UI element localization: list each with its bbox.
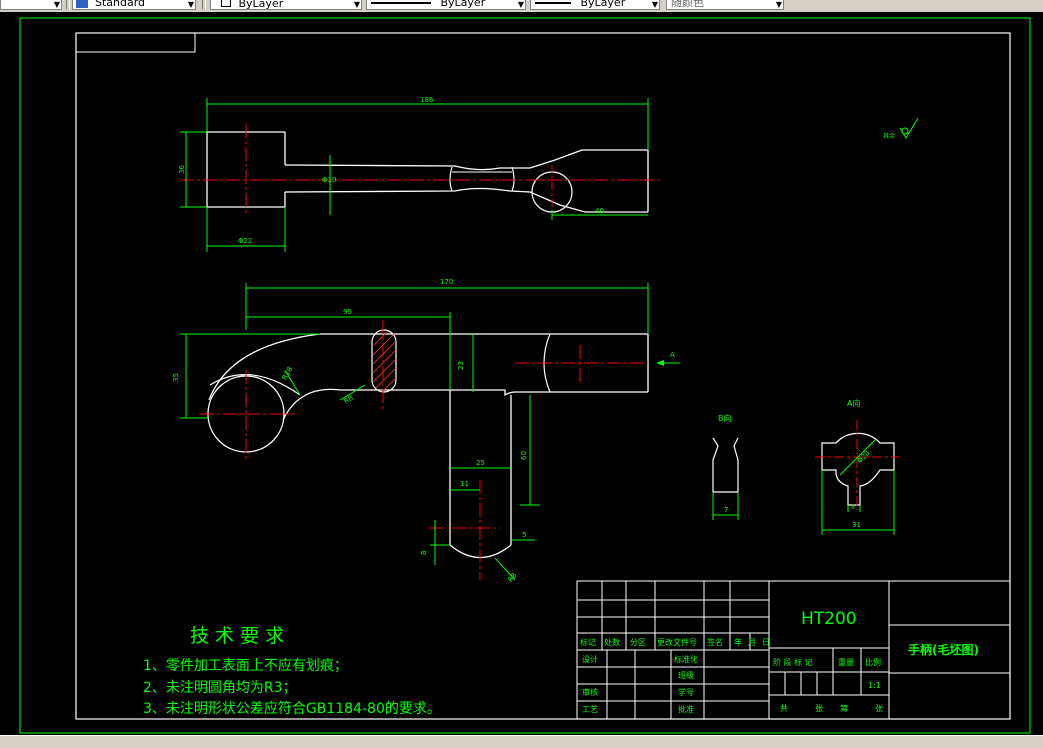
view-arrow	[656, 360, 664, 366]
tb-approve: 批准	[678, 704, 694, 714]
tb-design: 设计	[582, 654, 598, 664]
front-view: 170 95 35 R18 R8 23 25 11 60 8 5 R8 A	[172, 278, 680, 584]
section-a-centerlines	[815, 420, 900, 510]
technical-requirements: 技 术 要 求 1、零件加工表面上不应有划痕； 2、未注明圆角均为R3； 3、未…	[143, 625, 441, 717]
layer-dropdown[interactable]: ByLayer ▼	[210, 0, 362, 10]
dim-5: 5	[522, 531, 526, 539]
part-name-text: 手柄(毛坯图)	[908, 642, 979, 657]
dim-r18: R18	[281, 366, 295, 382]
status-bar	[0, 735, 1043, 748]
section-a-slot: 8	[851, 504, 855, 511]
tb-class: 班级	[678, 670, 694, 680]
roughness-check-icon	[899, 117, 919, 139]
section-b-title: B向	[718, 413, 732, 423]
dim-60: 60	[520, 451, 528, 460]
tb-total: 共	[780, 704, 788, 713]
front-view-dimensions	[180, 283, 680, 581]
roughness-circle-icon	[901, 127, 909, 135]
requirement-item: 1、零件加工表面上不应有划痕；	[143, 657, 348, 674]
tb-weight: 重量	[838, 657, 854, 667]
tb-process: 工艺	[582, 705, 598, 714]
view-arrow-label: A	[670, 351, 675, 359]
tb-sheet-no: 第	[840, 703, 848, 713]
tb-standardization: 标准化	[674, 654, 698, 664]
top-view-shank	[284, 187, 648, 213]
linetype-dropdown[interactable]: ByLayer ▼	[366, 0, 526, 10]
tb-label-mark: 标记	[580, 637, 596, 647]
requirement-item: 3、未注明形状公差应符合GB1184-80的要求。	[143, 700, 441, 717]
section-b-view: B向 7	[712, 413, 739, 520]
dim-23: 23	[457, 361, 465, 370]
text-style-icon	[76, 0, 88, 8]
tb-student-no: 学号	[678, 687, 694, 697]
tb-label-change-doc: 更改文件号	[657, 637, 697, 647]
dim-35: 35	[172, 373, 180, 382]
tb-label-month: 月	[748, 638, 756, 647]
section-b-dim: 7	[724, 506, 728, 514]
dim-11: 11	[460, 480, 469, 488]
dim-r8: R8	[343, 394, 355, 406]
top-view-flat	[449, 166, 515, 192]
dim-shank-dia: Φ10	[322, 176, 336, 184]
text-style-dropdown[interactable]: Standard ▼	[72, 0, 196, 10]
chevron-down-icon: ▼	[517, 0, 524, 9]
top-view-dimensions	[180, 98, 649, 252]
dim-25: 25	[476, 459, 485, 467]
toolbar-separator	[66, 0, 70, 10]
lineweight-preview	[535, 2, 571, 4]
tb-label-year: 年	[734, 637, 742, 647]
title-block: HT200 手柄(毛坯图) 标记 处数 分区 更改文件号 签名 年 月 日 设计…	[576, 580, 1011, 720]
layer-color-swatch	[221, 0, 231, 7]
drawing-canvas[interactable]: 186 36 Φ22 Φ10 40 170 95 35 R18 R8 23 25…	[0, 12, 1043, 735]
section-a-title: A向	[847, 398, 860, 408]
tb-scale: 比例	[865, 657, 881, 667]
section-a-dia: Φ20	[856, 449, 872, 465]
chevron-down-icon: ▼	[53, 0, 60, 9]
chevron-down-icon: ▼	[775, 0, 782, 9]
dim-8: 8	[420, 551, 428, 555]
tb-label-zone: 分区	[630, 638, 646, 647]
requirement-item: 2、未注明圆角均为R3；	[143, 680, 297, 696]
top-view: 186 36 Φ22 Φ10 40	[178, 96, 662, 252]
left-dropdown[interactable]: ▼	[0, 0, 62, 10]
cad-drawing[interactable]: 186 36 Φ22 Φ10 40 170 95 35 R18 R8 23 25…	[0, 12, 1043, 735]
chevron-down-icon: ▼	[651, 0, 658, 9]
dim-block-width: Φ22	[238, 237, 252, 245]
section-a-width: 31	[852, 521, 861, 529]
toolbar-separator	[202, 0, 206, 10]
tb-sheets: 张	[815, 704, 823, 713]
linetype-preview	[371, 2, 431, 4]
tb-sheet: 张	[875, 704, 883, 713]
drawing-border	[75, 32, 1011, 720]
material-text: HT200	[801, 609, 857, 629]
chevron-down-icon: ▼	[353, 0, 360, 9]
section-a-view: A向 Φ20 31 8	[815, 398, 900, 535]
dim-overall-186: 186	[420, 96, 434, 104]
dim-end: 40	[595, 207, 604, 215]
front-view-lower-arc	[282, 388, 648, 421]
section-b-outline	[712, 437, 739, 493]
tb-label-day: 日	[762, 638, 770, 647]
dim-95: 95	[343, 308, 352, 316]
roughness-note: 其余	[883, 132, 895, 140]
roughness-symbol: 其余	[883, 117, 919, 140]
chevron-down-icon: ▼	[187, 0, 194, 9]
dim-block-height: 36	[178, 165, 186, 174]
corner-box	[75, 32, 196, 53]
tb-scale-value: 1:1	[868, 681, 881, 690]
hatch-lines	[372, 330, 397, 391]
tb-stage-mark: 阶 段 标 记	[773, 657, 813, 667]
tb-label-count: 处数	[604, 637, 620, 647]
top-view-shank	[284, 149, 648, 171]
lineweight-dropdown[interactable]: ByLayer ▼	[530, 0, 660, 10]
dim-170: 170	[440, 278, 453, 286]
requirements-title: 技 术 要 求	[190, 625, 284, 647]
front-view-centerlines	[200, 320, 648, 580]
section-a-outline	[821, 432, 895, 506]
tb-review: 审核	[582, 687, 598, 697]
color-dropdown[interactable]: 随颜色 ▼	[666, 0, 784, 10]
tb-label-signature: 签名	[707, 637, 723, 647]
